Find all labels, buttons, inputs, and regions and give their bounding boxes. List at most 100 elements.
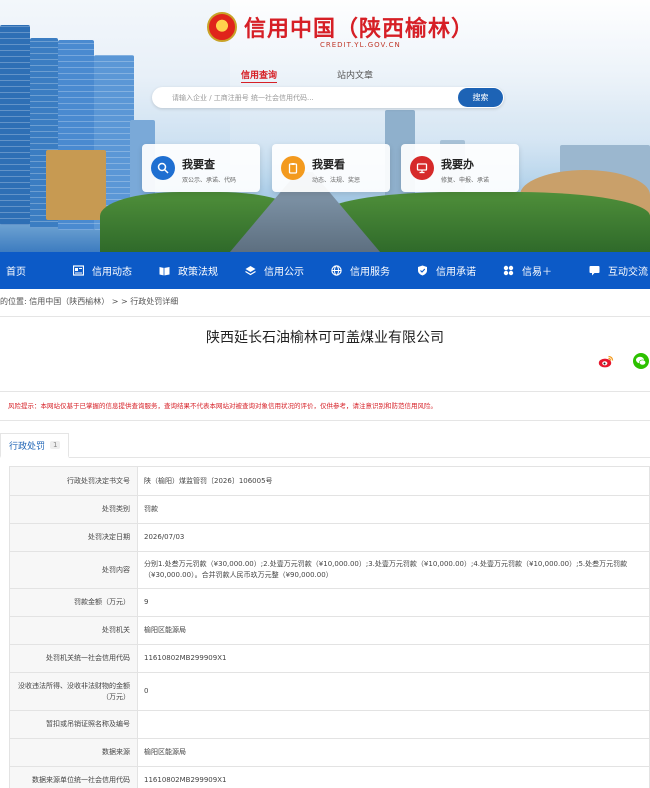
nav-item-label: 信用动态 bbox=[92, 267, 132, 278]
banner-building bbox=[0, 25, 30, 225]
field-value: 陕（榆阳）煤监管罚〔2026〕106005号 bbox=[137, 466, 650, 496]
table-row: 数据来源单位统一社会信用代码 11610802MB299909X1 bbox=[9, 766, 650, 788]
news-icon bbox=[72, 265, 84, 277]
quick-card-subtitle: 动态、法规、奖惩 bbox=[312, 177, 361, 184]
tab-label: 行政处罚 bbox=[9, 441, 46, 452]
nav-item-label: 信用服务 bbox=[350, 267, 390, 278]
table-row: 暂扣或吊销证照名称及编号 bbox=[9, 710, 650, 739]
company-name: 陕西延长石油榆林可可盖煤业有限公司 bbox=[206, 330, 444, 346]
field-label: 数据来源 bbox=[9, 738, 138, 767]
tab-administrative-penalty[interactable]: 行政处罚 1 bbox=[0, 433, 70, 458]
tab-credit-query[interactable]: 信用查询 bbox=[241, 68, 278, 83]
quick-card-view[interactable]: 我要看 动态、法规、奖惩 bbox=[272, 144, 390, 192]
nav-item-policies[interactable]: 政策法规 bbox=[158, 252, 218, 289]
divider bbox=[0, 316, 650, 317]
table-row: 行政处罚决定书文号 陕（榆阳）煤监管罚〔2026〕106005号 bbox=[9, 466, 650, 496]
field-label: 处罚类别 bbox=[9, 495, 138, 524]
national-emblem-icon bbox=[207, 12, 237, 42]
monitor-icon bbox=[410, 156, 434, 180]
field-value: 罚款 bbox=[137, 495, 650, 524]
table-row: 没收违法所得、没收非法财物的金额（万元） 0 bbox=[9, 672, 650, 711]
field-value: 11610802MB299909X1 bbox=[137, 766, 650, 788]
main-nav: 首页 信用动态 政策法规 信用公示 信用服务 信用承诺 信易＋ 互动交流 bbox=[0, 252, 650, 289]
nav-item-label: 互动交流 bbox=[608, 267, 648, 278]
breadcrumb-home-link[interactable]: 信用中国（陕西榆林） bbox=[29, 297, 109, 306]
nav-item-credit-services[interactable]: 信用服务 bbox=[330, 252, 390, 289]
shield-icon bbox=[416, 265, 428, 277]
field-value: 0 bbox=[137, 672, 650, 711]
quick-card-title: 我要查 bbox=[182, 158, 215, 171]
nav-item-credit-plus[interactable]: 信易＋ bbox=[502, 252, 552, 289]
nav-item-label: 信易＋ bbox=[522, 267, 552, 278]
tab-count-badge: 1 bbox=[50, 441, 61, 449]
field-value: 2026/07/03 bbox=[137, 523, 650, 552]
field-value bbox=[137, 710, 650, 739]
field-label: 罚款金额（万元） bbox=[9, 588, 138, 617]
site-title: 信用中国（陕西榆林） bbox=[244, 17, 475, 42]
layers-icon bbox=[244, 265, 256, 277]
apps-icon bbox=[502, 265, 514, 277]
breadcrumb-current: 行政处罚详细 bbox=[130, 297, 179, 306]
table-row: 罚款金额（万元） 9 bbox=[9, 588, 650, 617]
field-value: 11610802MB299909X1 bbox=[137, 644, 650, 673]
risk-notice-label: 风险提示： bbox=[8, 402, 41, 410]
table-row: 数据来源 榆阳区能源局 bbox=[9, 738, 650, 767]
site-domain: CREDIT.YL.GOV.CN bbox=[320, 41, 401, 49]
field-value: 榆阳区能源局 bbox=[137, 616, 650, 645]
nav-item-home[interactable]: 首页 bbox=[6, 252, 26, 289]
tab-site-articles[interactable]: 站内文章 bbox=[337, 68, 373, 83]
divider bbox=[0, 420, 650, 421]
field-label: 数据来源单位统一社会信用代码 bbox=[9, 766, 138, 788]
field-value: 分别1.处叁万元罚款（¥30,000.00）;2.处壹万元罚款（¥10,000.… bbox=[137, 551, 650, 589]
search-box: 搜索 bbox=[152, 87, 504, 108]
quick-card-subtitle: 修复、申报、承诺 bbox=[441, 177, 490, 184]
nav-item-interaction[interactable]: 互动交流 bbox=[588, 252, 648, 289]
field-label: 处罚机关统一社会信用代码 bbox=[9, 644, 138, 673]
field-label: 处罚内容 bbox=[9, 551, 138, 589]
field-label: 处罚机关 bbox=[9, 616, 138, 645]
quick-card-apply[interactable]: 我要办 修复、申报、承诺 bbox=[401, 144, 519, 192]
field-label: 行政处罚决定书文号 bbox=[9, 466, 138, 496]
risk-notice: 风险提示：本网站仅基于已掌握的信息提供查询服务，查询结果不代表本网站对被查询对象… bbox=[8, 400, 437, 410]
table-row: 处罚决定日期 2026/07/03 bbox=[9, 523, 650, 552]
search-icon bbox=[151, 156, 175, 180]
nav-item-label: 政策法规 bbox=[178, 267, 218, 278]
quick-card-subtitle: 双公示、承诺、代码 bbox=[182, 177, 237, 184]
field-value: 9 bbox=[137, 588, 650, 617]
record-tabs: 行政处罚 1 bbox=[0, 433, 650, 458]
table-row: 处罚内容 分别1.处叁万元罚款（¥30,000.00）;2.处壹万元罚款（¥10… bbox=[9, 551, 650, 589]
breadcrumb-separator: > > bbox=[109, 297, 131, 306]
search-tabs: 信用查询 站内文章 bbox=[241, 68, 373, 83]
field-label: 暂扣或吊销证照名称及编号 bbox=[9, 710, 138, 739]
divider bbox=[0, 391, 650, 392]
risk-notice-text: 本网站仅基于已掌握的信息提供查询服务，查询结果不代表本网站对被查询对象信用状况的… bbox=[40, 402, 438, 410]
table-row: 处罚类别 罚款 bbox=[9, 495, 650, 524]
nav-item-label: 首页 bbox=[6, 267, 26, 278]
clipboard-icon bbox=[281, 156, 305, 180]
book-icon bbox=[158, 265, 170, 277]
table-row: 处罚机关统一社会信用代码 11610802MB299909X1 bbox=[9, 644, 650, 673]
weibo-share-icon[interactable] bbox=[598, 353, 614, 369]
wechat-share-icon[interactable] bbox=[633, 353, 649, 369]
nav-item-credit-news[interactable]: 信用动态 bbox=[72, 252, 132, 289]
field-value: 榆阳区能源局 bbox=[137, 738, 650, 767]
quick-card-title: 我要看 bbox=[312, 158, 345, 171]
quick-card-search[interactable]: 我要查 双公示、承诺、代码 bbox=[142, 144, 260, 192]
nav-item-credit-commitment[interactable]: 信用承诺 bbox=[416, 252, 476, 289]
field-label: 没收违法所得、没收非法财物的金额（万元） bbox=[9, 672, 138, 711]
table-row: 处罚机关 榆阳区能源局 bbox=[9, 616, 650, 645]
penalty-detail-table: 行政处罚决定书文号 陕（榆阳）煤监管罚〔2026〕106005号 处罚类别 罚款… bbox=[9, 466, 650, 788]
nav-item-label: 信用公示 bbox=[264, 267, 304, 278]
search-input[interactable] bbox=[152, 93, 442, 102]
nav-item-credit-publicity[interactable]: 信用公示 bbox=[244, 252, 304, 289]
header-banner: 信用中国（陕西榆林） CREDIT.YL.GOV.CN 信用查询 站内文章 搜索… bbox=[0, 0, 650, 252]
breadcrumb-prefix: 的位置: bbox=[0, 297, 27, 306]
breadcrumb: 的位置: 信用中国（陕西榆林） > > 行政处罚详细 bbox=[0, 296, 178, 307]
globe-icon bbox=[330, 265, 342, 277]
field-label: 处罚决定日期 bbox=[9, 523, 138, 552]
chat-icon bbox=[588, 265, 600, 277]
search-button[interactable]: 搜索 bbox=[458, 88, 503, 107]
banner-building bbox=[46, 150, 106, 220]
nav-item-label: 信用承诺 bbox=[436, 267, 476, 278]
quick-card-title: 我要办 bbox=[441, 158, 474, 171]
